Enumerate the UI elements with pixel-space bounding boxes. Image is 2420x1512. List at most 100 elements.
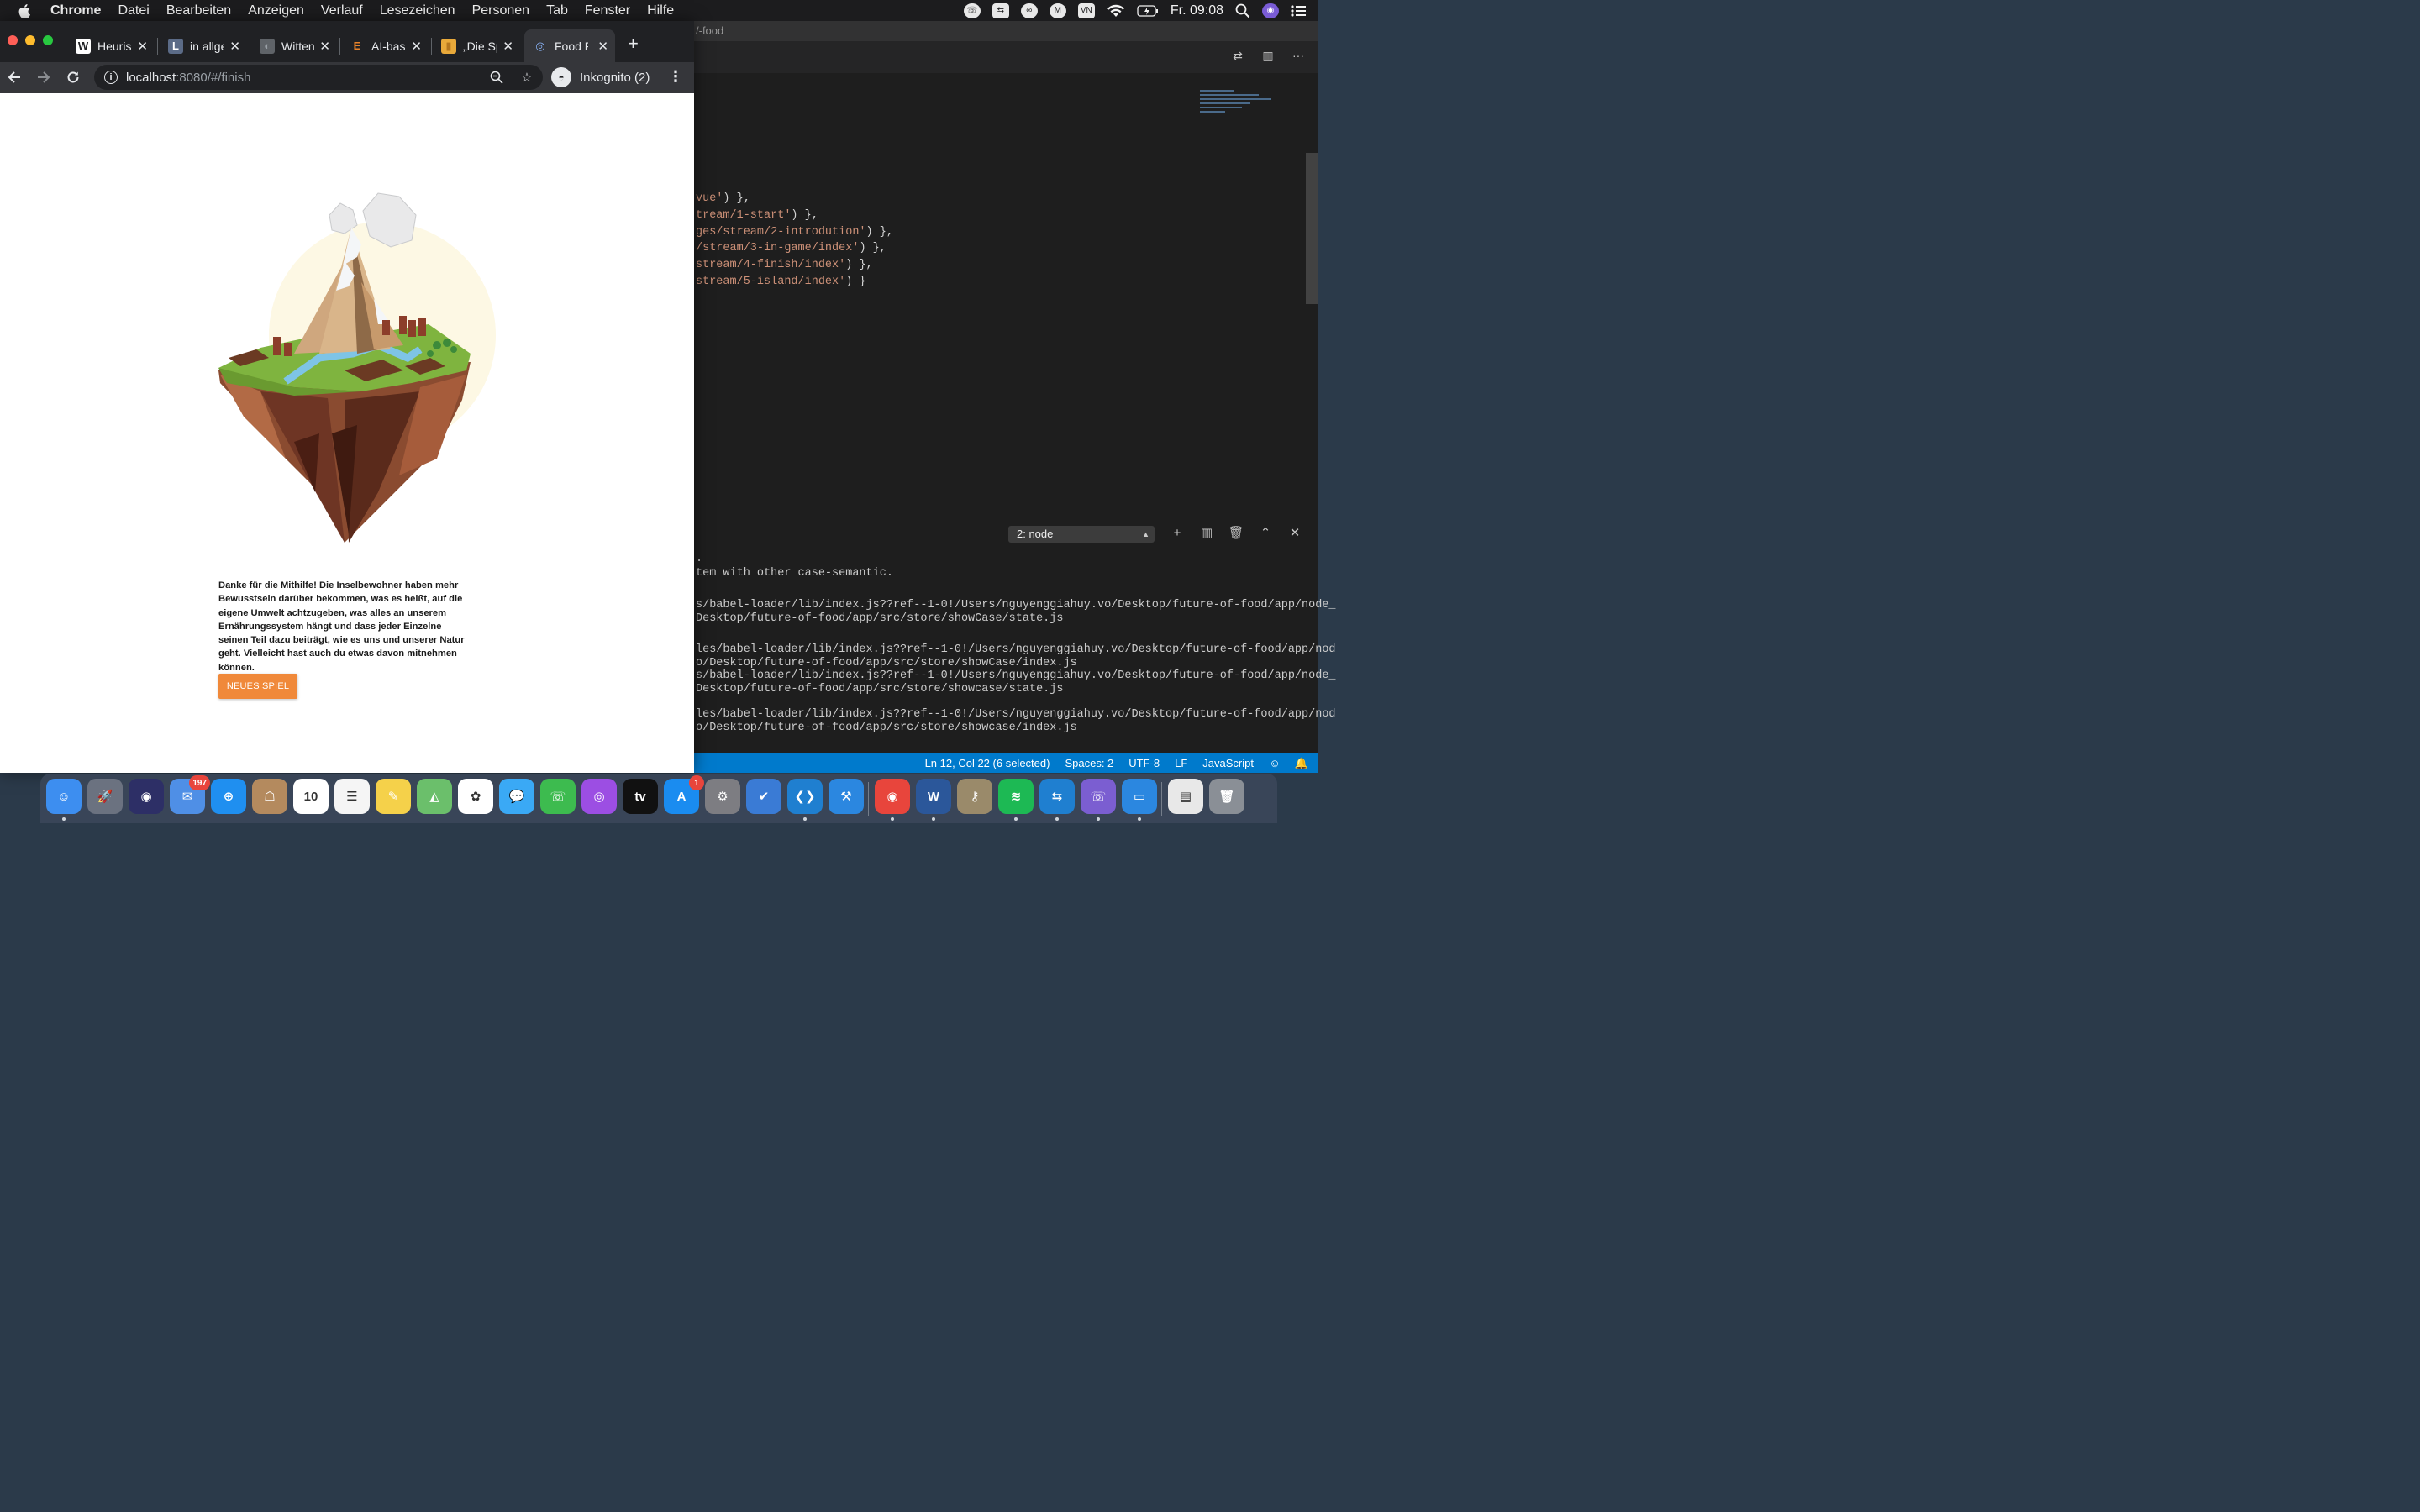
browser-tab[interactable]: W Heuris ✕	[67, 29, 155, 62]
tab-close-icon[interactable]: ✕	[319, 39, 330, 54]
dock-things-icon[interactable]: ✔	[746, 779, 781, 814]
menu-item-hilfe[interactable]: Hilfe	[647, 3, 674, 18]
menubar-clock[interactable]: Fr. 09:08	[1171, 3, 1223, 18]
menu-item-personen[interactable]: Personen	[472, 3, 530, 18]
browser-tab[interactable]: ◐ Witten ✕	[251, 29, 337, 62]
open-changes-icon[interactable]: ⇄	[1230, 48, 1245, 63]
incognito-profile-button[interactable]: ◓ Inkognito (2)	[551, 66, 650, 89]
dock-contacts-icon[interactable]: ☖	[252, 779, 287, 814]
dock-siri-icon[interactable]: ◉	[129, 779, 164, 814]
menu-item-verlauf[interactable]: Verlauf	[321, 3, 363, 18]
notifications-bell-icon[interactable]: 🔔	[1295, 757, 1308, 769]
tab-close-icon[interactable]: ✕	[411, 39, 422, 54]
dock-safari-icon[interactable]: ⊕	[211, 779, 246, 814]
dock-chrome-icon[interactable]: ◉	[875, 779, 910, 814]
encoding[interactable]: UTF-8	[1128, 757, 1160, 769]
menu-item-lesezeichen[interactable]: Lesezeichen	[380, 3, 455, 18]
site-info-icon[interactable]: i	[104, 71, 118, 84]
minimap[interactable]	[1200, 90, 1276, 140]
menu-app-name[interactable]: Chrome	[50, 3, 101, 18]
siri-icon[interactable]: ◉	[1262, 3, 1279, 18]
dock-maps-icon[interactable]: ◭	[417, 779, 452, 814]
apple-logo-icon[interactable]	[18, 3, 32, 18]
dock-system-preferences-icon[interactable]: ⚙	[705, 779, 740, 814]
url-host: localhost	[126, 70, 176, 85]
zoom-window-button[interactable]	[43, 35, 53, 45]
tab-close-icon[interactable]: ✕	[597, 39, 608, 54]
control-list-icon[interactable]	[1291, 4, 1306, 18]
dock-xcode-icon[interactable]: ⚒	[829, 779, 864, 814]
forward-button[interactable]	[34, 68, 53, 87]
battery-icon[interactable]	[1137, 4, 1159, 17]
dock-word-icon[interactable]: W	[916, 779, 951, 814]
indentation[interactable]: Spaces: 2	[1065, 757, 1113, 769]
dock-photos-icon[interactable]: ✿	[458, 779, 493, 814]
close-window-button[interactable]	[8, 35, 18, 45]
minimize-window-button[interactable]	[25, 35, 35, 45]
terminal-line: tem with other case-semantic.	[696, 567, 893, 580]
menu-item-fenster[interactable]: Fenster	[585, 3, 630, 18]
menu-item-bearbeiten[interactable]: Bearbeiten	[166, 3, 231, 18]
kill-terminal-icon[interactable]: 🗑	[1228, 525, 1244, 540]
close-panel-icon[interactable]: ✕	[1287, 525, 1302, 540]
dock-teamviewer-icon[interactable]: ⇆	[1039, 779, 1075, 814]
new-terminal-icon[interactable]: +	[1170, 525, 1185, 540]
dock-trash-icon[interactable]: 🗑	[1209, 779, 1244, 814]
dock-vscode-icon[interactable]: ❮❯	[787, 779, 823, 814]
dock-podcasts-icon[interactable]: ◎	[581, 779, 617, 814]
dock-calendar-icon[interactable]: 10	[293, 779, 329, 814]
feedback-smiley-icon[interactable]: ☺	[1269, 757, 1281, 769]
teamviewer-icon[interactable]: ⇆	[992, 3, 1009, 18]
vietnamese-input-icon[interactable]: VN	[1077, 3, 1095, 18]
chrome-menu-icon[interactable]: ⋮	[668, 68, 683, 86]
cursor-position[interactable]: Ln 12, Col 22 (6 selected)	[925, 757, 1050, 769]
dock-facetime-icon[interactable]: ☏	[540, 779, 576, 814]
dock-finder-icon[interactable]: ☺	[46, 779, 82, 814]
dock-apple-tv-icon[interactable]: tv	[623, 779, 658, 814]
creative-cloud-icon[interactable]: ∞	[1020, 3, 1038, 18]
tab-close-icon[interactable]: ✕	[137, 39, 148, 54]
dock-spotify-icon[interactable]: ≋	[998, 779, 1034, 814]
new-game-button[interactable]: NEUES SPIEL	[218, 674, 297, 699]
malwarebytes-icon[interactable]: M	[1049, 3, 1066, 18]
wifi-icon[interactable]	[1107, 4, 1125, 18]
search-icon[interactable]	[1235, 3, 1250, 18]
viber-icon[interactable]: ☏	[963, 3, 981, 18]
tab-close-icon[interactable]: ✕	[229, 39, 240, 54]
address-bar[interactable]: i localhost:8080/#/finish ☆	[94, 65, 543, 90]
editor-scrollbar[interactable]	[1306, 153, 1318, 304]
zoom-icon[interactable]	[489, 70, 504, 85]
dock-simulator-icon[interactable]: ▭	[1122, 779, 1157, 814]
browser-tab[interactable]: E AI-bas ✕	[341, 29, 429, 62]
browser-tab[interactable]: ◎ Food F ✕	[524, 29, 615, 62]
dock-viber-icon[interactable]: ☏	[1081, 779, 1116, 814]
tab-close-icon[interactable]: ✕	[502, 39, 513, 54]
dock-launchpad-icon[interactable]: 🚀	[87, 779, 123, 814]
menu-item-datei[interactable]: Datei	[118, 3, 149, 18]
dock-reminders-icon[interactable]: ☰	[334, 779, 370, 814]
split-editor-icon[interactable]: ▥	[1260, 48, 1276, 63]
bookmark-star-icon[interactable]: ☆	[519, 70, 534, 85]
line-ending[interactable]: LF	[1175, 757, 1187, 769]
dock-documents-icon[interactable]: ▤	[1168, 779, 1203, 814]
new-tab-button[interactable]: +	[628, 33, 639, 55]
dock-app-store-icon[interactable]: A1	[664, 775, 704, 814]
dock-keychain-icon[interactable]: ⚷	[957, 779, 992, 814]
dock-running-indicator	[803, 817, 807, 821]
menu-item-tab[interactable]: Tab	[546, 3, 568, 18]
language-mode[interactable]: JavaScript	[1202, 757, 1254, 769]
maximize-panel-icon[interactable]: ⌃	[1258, 525, 1273, 540]
code-line: tream/1-start') },	[696, 209, 818, 222]
back-button[interactable]	[5, 68, 24, 87]
dock-notes-icon[interactable]: ✎	[376, 779, 411, 814]
browser-tab[interactable]: Lin allge ✕	[160, 29, 247, 62]
dock-mail-icon[interactable]: ✉ 197	[170, 775, 210, 814]
split-terminal-icon[interactable]: ▥	[1199, 525, 1214, 540]
code-editor[interactable]: vue') }, tream/1-start') }, ges/stream/2…	[694, 73, 1318, 517]
terminal-select[interactable]: 2: node ▲	[1008, 526, 1155, 543]
browser-tab[interactable]: ▮ „Die Sp ✕	[433, 29, 520, 62]
reload-button[interactable]	[64, 68, 82, 87]
menu-item-anzeigen[interactable]: Anzeigen	[248, 3, 304, 18]
more-actions-icon[interactable]: ···	[1291, 48, 1306, 63]
dock-messages-icon[interactable]: 💬	[499, 779, 534, 814]
